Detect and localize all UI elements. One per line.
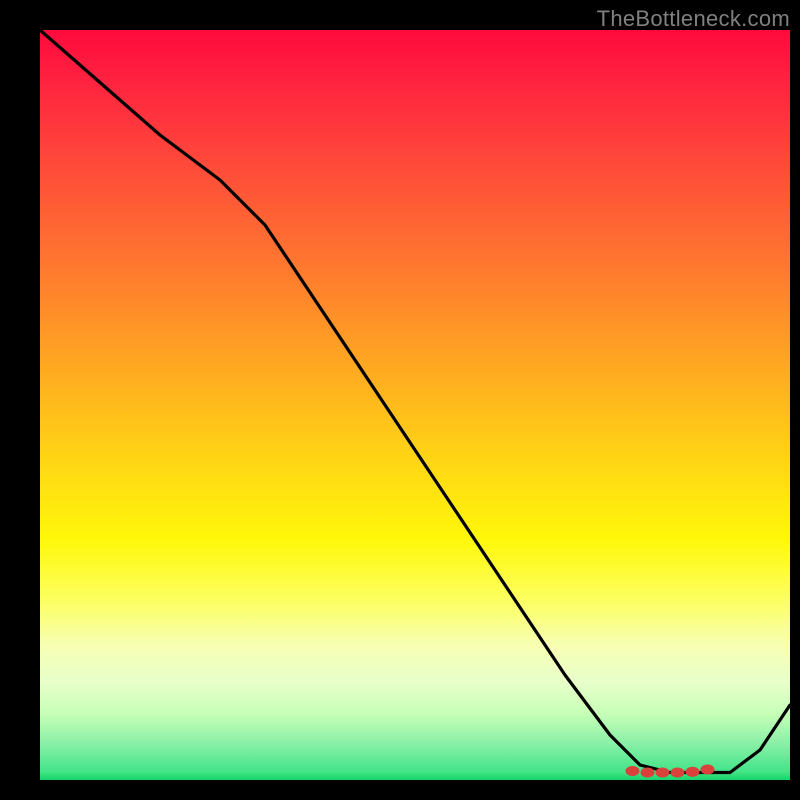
plot-area — [40, 30, 790, 780]
chart-frame: TheBottleneck.com — [0, 0, 800, 800]
marker-point — [686, 767, 700, 777]
marker-point — [626, 766, 640, 776]
marker-point — [671, 768, 685, 778]
series-line — [40, 30, 790, 773]
marker-point — [701, 765, 715, 775]
marker-point — [656, 768, 670, 778]
marker-point — [641, 768, 655, 778]
chart-overlay — [40, 30, 790, 780]
watermark-text: TheBottleneck.com — [597, 6, 790, 32]
